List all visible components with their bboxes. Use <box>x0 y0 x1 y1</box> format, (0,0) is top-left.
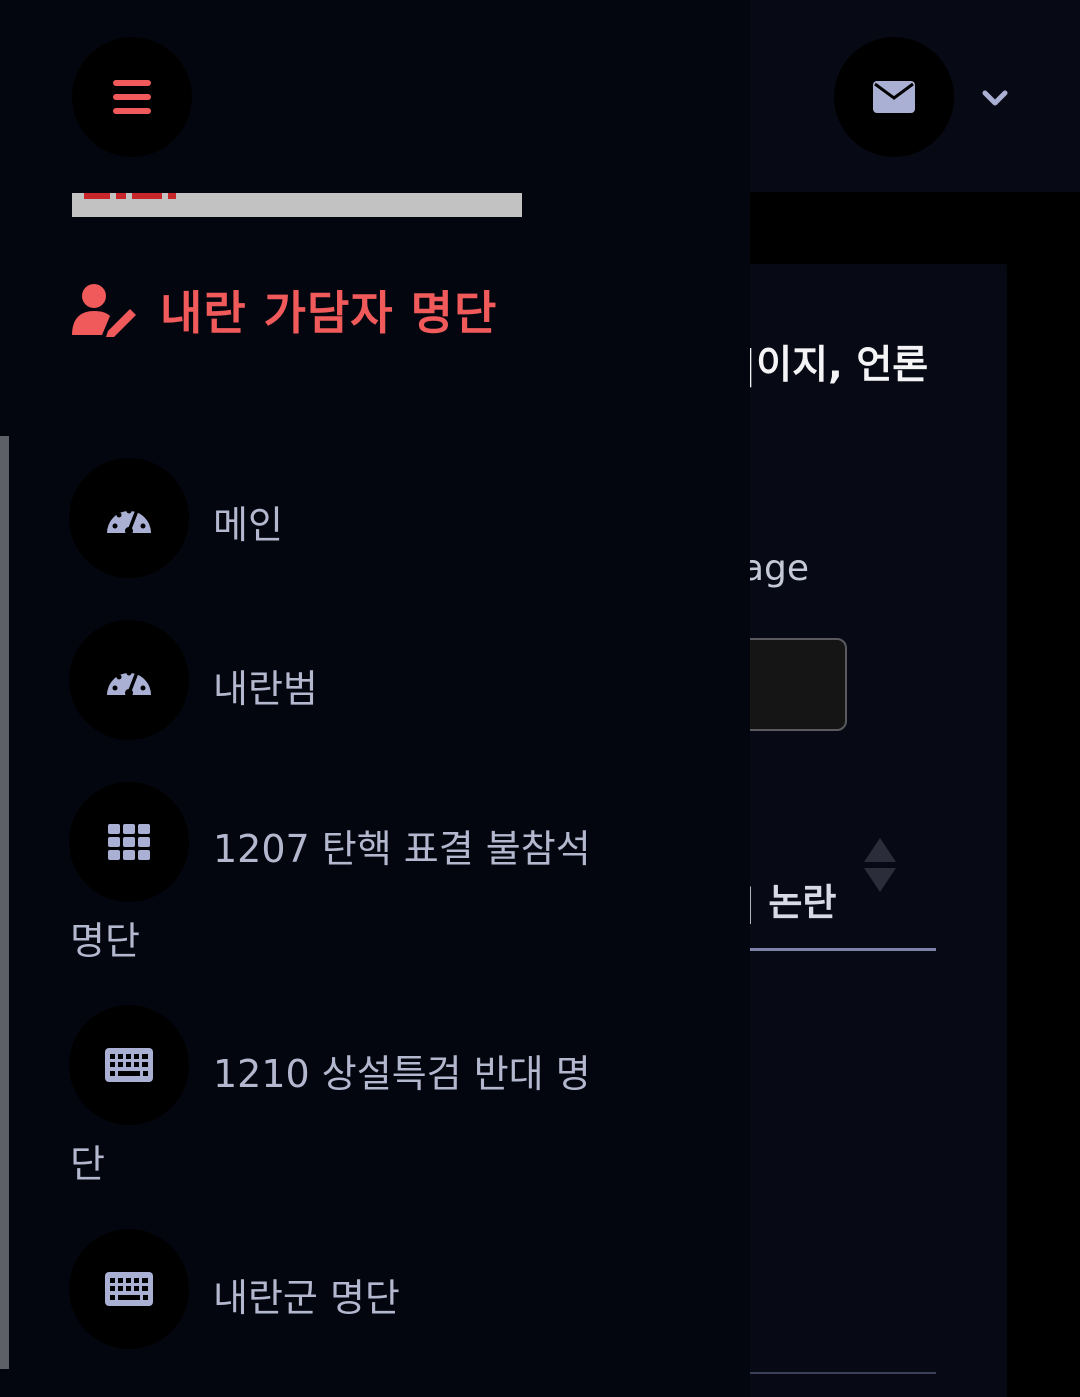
sidebar-item-label: 1210 상설특검 반대 명 <box>213 1052 591 1096</box>
keyboard-icon <box>105 1048 153 1082</box>
sort-icon[interactable] <box>862 836 898 894</box>
sidebar-item-label-wrap: 단 <box>70 1142 105 1186</box>
th-icon <box>108 824 150 860</box>
nav-icon-wrap <box>69 1229 189 1349</box>
sidebar-item-martial-law-troops[interactable]: 내란군 명단 <box>0 1229 750 1349</box>
nav-icon-wrap <box>69 620 189 740</box>
site-logo[interactable] <box>72 193 522 217</box>
sidebar-item-main[interactable]: 메인 <box>0 458 750 578</box>
user-edit-icon <box>72 284 136 337</box>
sidebar-item-label-wrap: 명단 <box>70 919 140 963</box>
card-heading: |이지, 언론 <box>742 343 929 388</box>
table-column-header[interactable]: | 논란 <box>742 872 836 926</box>
user-dropdown-toggle[interactable] <box>976 80 1014 116</box>
messages-button[interactable] <box>834 37 954 157</box>
column-underline <box>748 948 936 951</box>
sidebar-item-impeachment-absentees[interactable]: 1207 탄핵 표결 불참석 명단 <box>0 782 750 963</box>
page-gutter <box>1007 264 1080 1397</box>
nav-icon-wrap <box>69 782 189 902</box>
nav-icon-wrap <box>69 458 189 578</box>
envelope-icon <box>873 81 915 113</box>
field-label: age <box>742 548 810 589</box>
sidebar-item-label: 내란군 명단 <box>213 1276 400 1320</box>
sidebar-item-label: 내란범 <box>213 667 318 711</box>
page-banner <box>700 192 1080 264</box>
tachometer-icon <box>107 670 151 697</box>
sidebar-brand[interactable]: 내란 가담자 명단 <box>72 278 497 342</box>
keyboard-icon <box>105 1272 153 1306</box>
sidebar: 내란 가담자 명단 메인 내란범 1207 탄핵 표결 불참석 명단 1210 … <box>0 0 750 1397</box>
sidebar-brand-title: 내란 가담자 명단 <box>160 286 498 340</box>
nav-icon-wrap <box>69 1005 189 1125</box>
bars-icon <box>113 80 151 114</box>
table-divider <box>748 1372 936 1374</box>
menu-toggle-button[interactable] <box>72 37 192 157</box>
sidebar-item-label: 메인 <box>213 503 283 547</box>
sidebar-item-insurrectionists[interactable]: 내란범 <box>0 620 750 740</box>
sidebar-item-special-counsel-opponents[interactable]: 1210 상설특검 반대 명 단 <box>0 1005 750 1186</box>
sidebar-item-label: 1207 탄핵 표결 불참석 <box>213 827 591 871</box>
chevron-down-icon <box>982 90 1008 106</box>
app-screen: |이지, 언론 age | 논란 내란 가담자 명단 메인 내란범 1207 탄… <box>0 0 1080 1397</box>
tachometer-icon <box>107 508 151 535</box>
